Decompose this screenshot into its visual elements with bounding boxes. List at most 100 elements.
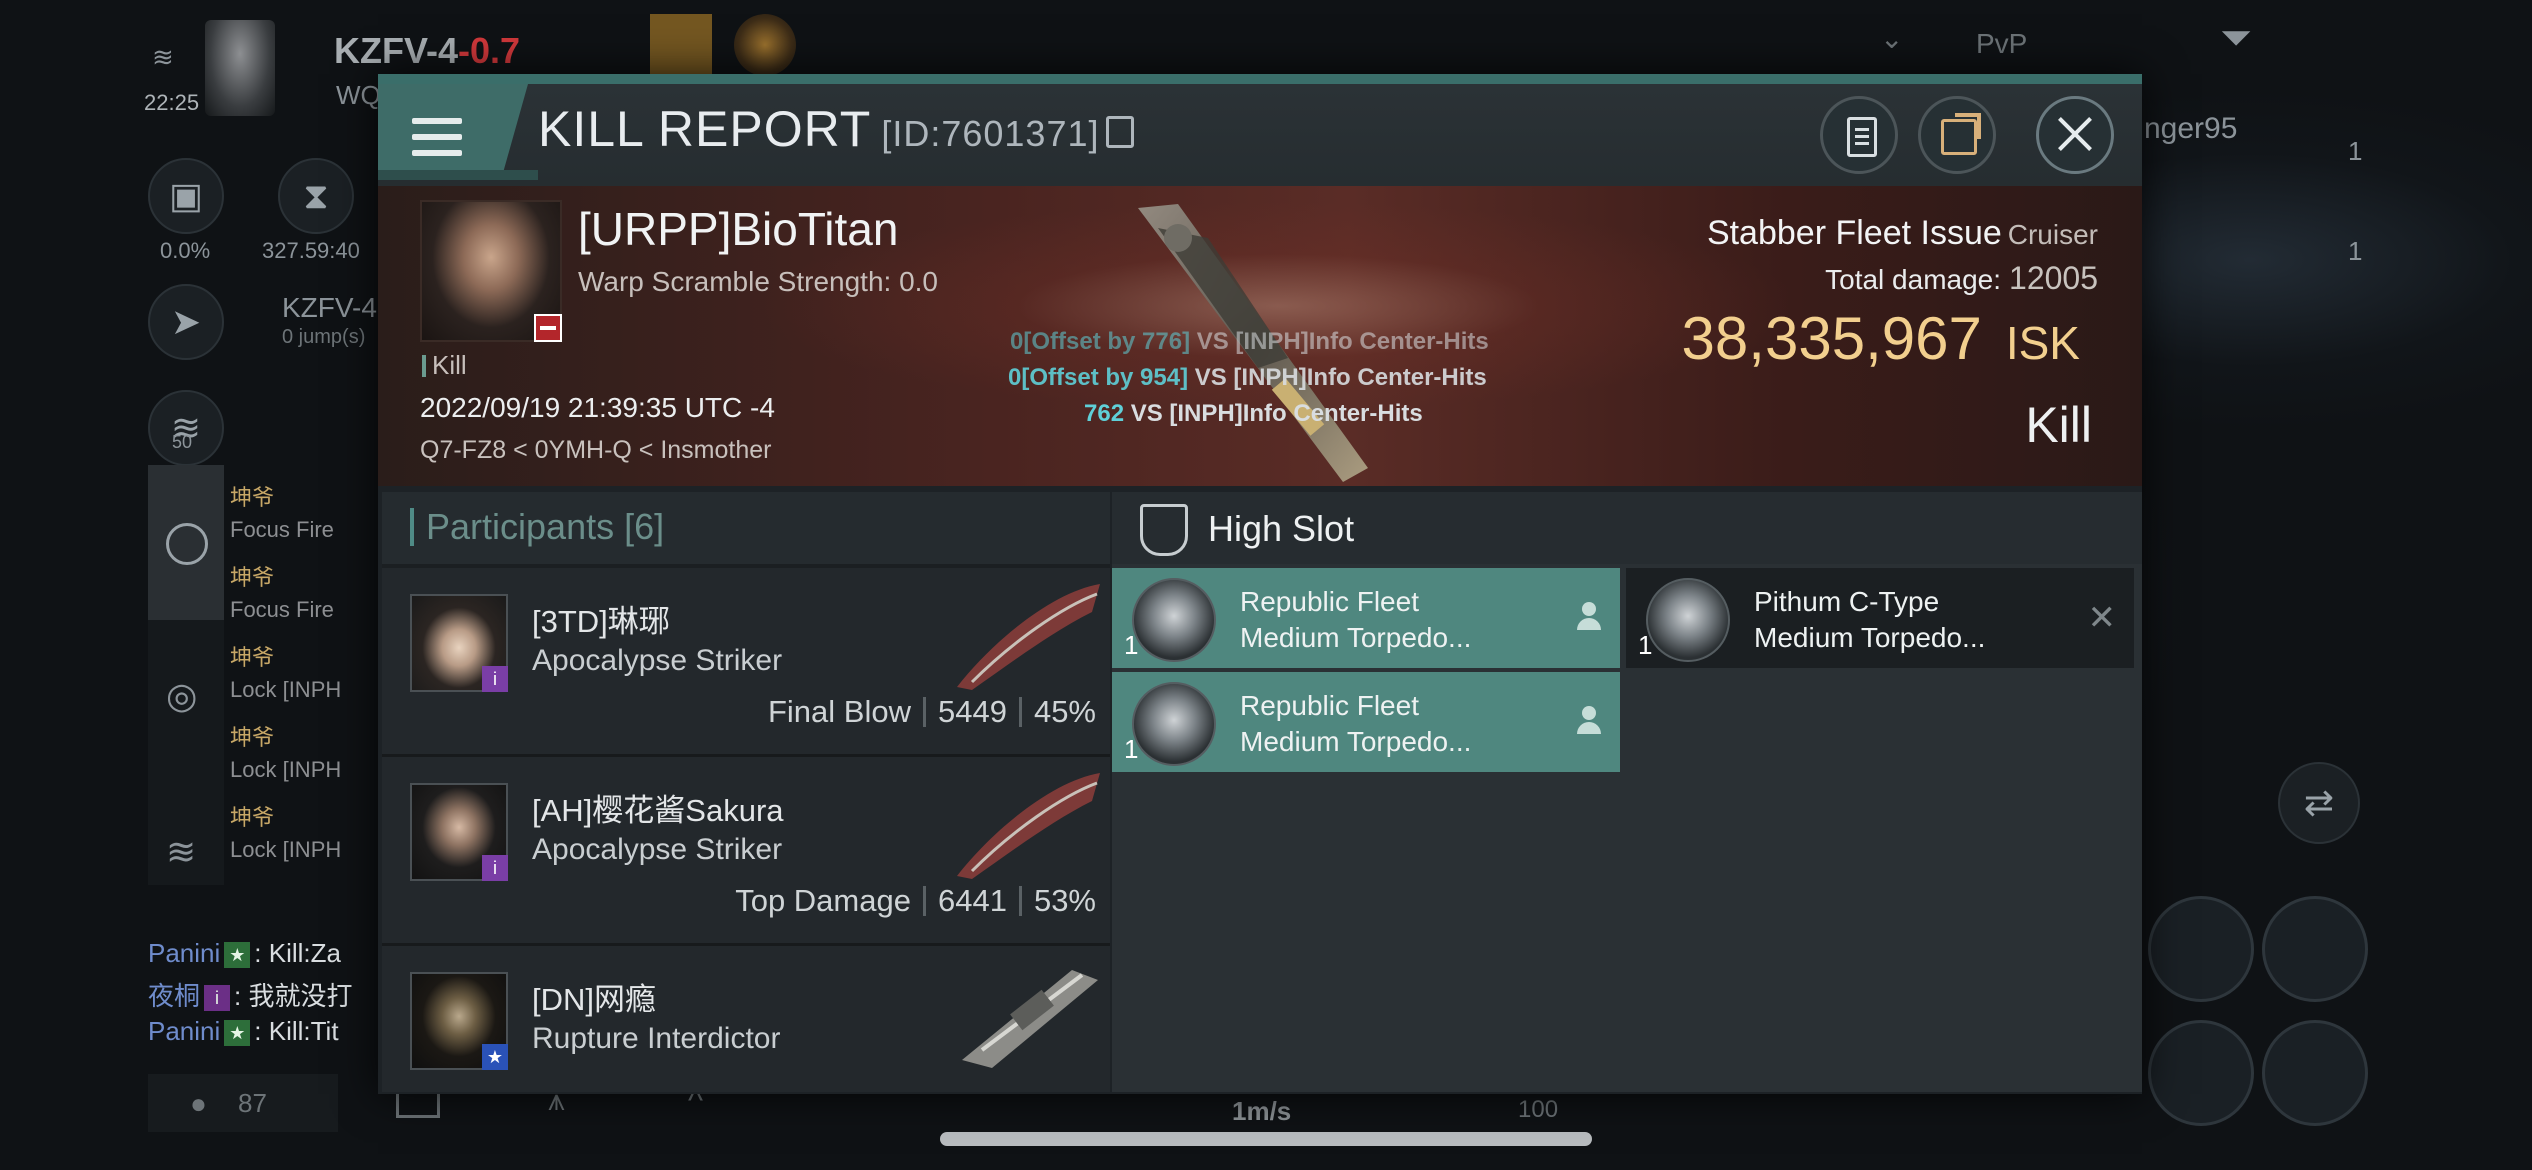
module-item[interactable]: 1 Republic Fleet Medium Torpedo... xyxy=(1112,568,1620,668)
overview-name[interactable]: nger95 xyxy=(2144,112,2237,146)
coordinates: 327.59:40 xyxy=(262,238,360,263)
stat-label: Top Damage xyxy=(735,883,911,918)
ship-name[interactable]: Stabber Fleet Issue Cruiser xyxy=(1707,214,2098,253)
feed-item[interactable]: 坤爷 Focus Fire xyxy=(230,482,334,546)
feed-msg: Lock [INPH xyxy=(230,837,342,862)
swap-icon[interactable]: ⇄ xyxy=(2278,762,2360,844)
participant-ship: Rupture Interdictor xyxy=(532,1022,781,1055)
participant-row[interactable]: i [3TD]琳琊 Apocalypse Striker Final Blow 5… xyxy=(382,568,1110,757)
chat-text: : 我就没打 xyxy=(234,981,353,1011)
chat-line[interactable]: 夜桐 i: 我就没打 xyxy=(148,976,352,1013)
participant-portrait[interactable]: i xyxy=(410,594,508,692)
navigate-icon[interactable]: ➤ xyxy=(148,284,224,360)
hit-text: VS [INPH]Info Center-Hits xyxy=(1188,364,1487,391)
filter-icon[interactable]: ⏷ xyxy=(2220,16,2252,61)
module-name-line1: Republic Fleet xyxy=(1240,586,1419,617)
stat-damage: 6441 xyxy=(937,883,1007,918)
feed-msg: Lock [INPH xyxy=(230,757,342,782)
nav-target[interactable]: KZFV-4 xyxy=(282,292,377,324)
pilot-count: 87 xyxy=(238,1088,267,1118)
participant-ship: Apocalypse Striker xyxy=(532,644,783,677)
cargo-icon[interactable]: ▣ xyxy=(148,158,224,234)
notes-button[interactable] xyxy=(1820,96,1898,174)
module-slot-icon[interactable] xyxy=(2148,896,2254,1002)
total-damage: Total damage: 12005 xyxy=(1825,260,2098,297)
home-indicator[interactable] xyxy=(940,1132,1592,1146)
module-name: Pithum C-Type Medium Torpedo... xyxy=(1754,584,1985,656)
person-icon: ● xyxy=(190,1088,207,1119)
isk-value: 38,335,967 ISK xyxy=(1682,304,2080,373)
module-slot-icon[interactable] xyxy=(2262,1020,2368,1126)
hud-pilot-avatar[interactable] xyxy=(205,20,275,116)
kill-id: [ID:7601371] xyxy=(881,113,1100,154)
feed-msg: Focus Fire xyxy=(230,517,334,542)
module-name-line2: Medium Torpedo... xyxy=(1240,622,1472,653)
participant-portrait[interactable]: ★ xyxy=(410,972,508,1070)
clock-icon xyxy=(166,523,208,565)
hit-text: VS [INPH]Info Center-Hits xyxy=(1124,400,1423,427)
overview-count-a: 1 xyxy=(2348,136,2363,166)
participant-ship-image xyxy=(962,970,1098,1068)
participant-row[interactable]: i [AH]樱花酱Sakura Apocalypse Striker Top D… xyxy=(382,757,1110,946)
kill-report-dialog: KILL REPORT [ID:7601371] [URPP]BioTitan W… xyxy=(378,74,2142,1094)
hit-line: 0[Offset by 776] VS [INPH]Info Center-Hi… xyxy=(1010,328,1489,356)
kill-location[interactable]: Q7-FZ8 < 0YMH-Q < Insmother xyxy=(420,436,772,465)
module-name-line1: Pithum C-Type xyxy=(1754,586,1940,617)
total-damage-value: 12005 xyxy=(2009,260,2098,296)
dropped-person-icon xyxy=(1576,602,1602,632)
participants-count: [6] xyxy=(624,506,665,547)
module-quantity: 1 xyxy=(1638,630,1653,660)
hud-system-name[interactable]: KZFV-4-0.7 xyxy=(334,30,520,72)
stat-percent: 45% xyxy=(1033,694,1096,729)
pilot-count-button[interactable]: ● 87 xyxy=(148,1074,338,1132)
participant-portrait[interactable]: i xyxy=(410,783,508,881)
participant-name: [3TD]琳琊 xyxy=(532,604,670,639)
feed-who: 坤爷 xyxy=(230,645,275,670)
participants-header: Participants [6] xyxy=(382,492,1110,564)
dscan-icon[interactable]: ⧗ xyxy=(278,158,354,234)
security-status: -0.7 xyxy=(458,30,521,71)
clipboard-icon xyxy=(1847,117,1877,157)
overview-count-b: 1 xyxy=(2348,236,2363,266)
chat-badge: ★ xyxy=(224,942,251,969)
feed-item[interactable]: 坤爷 Focus Fire xyxy=(230,562,334,626)
signal-icon[interactable]: ◎ xyxy=(166,675,197,717)
chat-line[interactable]: Panini ★: Kill:Tit xyxy=(148,1016,339,1047)
alliance-logo-icon[interactable] xyxy=(734,14,796,76)
top-filter-bar[interactable]: ⌄ PvP xyxy=(1880,22,2220,68)
hit-number: 0[Offset by 954] xyxy=(1008,364,1189,391)
corp-logo-icon[interactable] xyxy=(650,14,712,76)
close-button[interactable] xyxy=(2036,96,2114,174)
total-damage-label: Total damage: xyxy=(1825,264,2002,295)
hit-text: VS [INPH]Info Center-Hits xyxy=(1190,328,1489,355)
chat-name: 夜桐 xyxy=(148,981,201,1011)
share-button[interactable] xyxy=(1918,96,1996,174)
participant-row[interactable]: ★ [DN]网瘾 Rupture Interdictor xyxy=(382,946,1110,1092)
left-rail: ◎ ≋ xyxy=(148,465,224,885)
destroyed-x-icon: ✕ xyxy=(2087,599,2117,637)
module-name: Republic Fleet Medium Torpedo... xyxy=(1240,584,1471,656)
module-slot-icon[interactable] xyxy=(2148,1020,2254,1126)
module-item[interactable]: 1 Pithum C-Type Medium Torpedo... ✕ xyxy=(1626,568,2134,668)
module-item[interactable]: 1 Republic Fleet Medium Torpedo... xyxy=(1112,672,1620,772)
rail-tab-history[interactable] xyxy=(148,465,224,620)
stack-icon[interactable]: ≋ xyxy=(148,390,224,466)
kill-result: Kill xyxy=(2025,397,2092,453)
module-slot-icon[interactable] xyxy=(2262,896,2368,1002)
copy-icon[interactable] xyxy=(1105,116,1134,148)
module-quantity: 1 xyxy=(1124,734,1139,764)
participant-stats: Top Damage 6441 53% xyxy=(735,883,1096,919)
ship-type: Stabber Fleet Issue xyxy=(1706,214,2002,252)
feed-item[interactable]: 坤爷 Lock [INPH xyxy=(230,802,341,866)
layers-icon[interactable]: ≋ xyxy=(166,831,196,873)
feed-item[interactable]: 坤爷 Lock [INPH xyxy=(230,642,341,706)
feed-msg: Lock [INPH xyxy=(230,677,342,702)
victim-name[interactable]: [URPP]BioTitan xyxy=(578,202,898,256)
feed-item[interactable]: 坤爷 Lock [INPH xyxy=(230,722,341,786)
participant-ship-image xyxy=(957,584,1100,690)
victim-portrait[interactable] xyxy=(420,200,562,342)
speed-readout: 1m/s xyxy=(1232,1096,1292,1126)
corp-ticker: WQ xyxy=(336,80,381,110)
kill-tag: Kill xyxy=(422,350,467,381)
chat-line[interactable]: Panini ★: Kill:Za xyxy=(148,938,341,969)
